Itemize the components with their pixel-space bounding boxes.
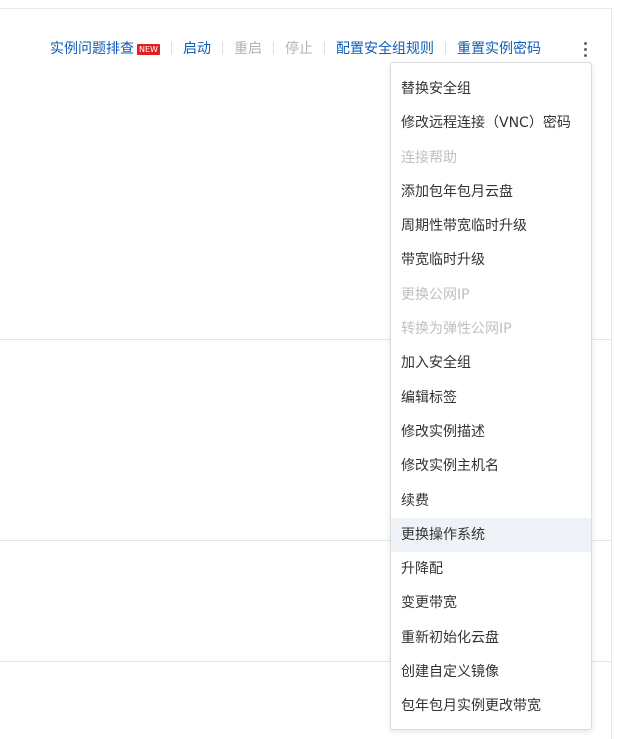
toolbar-separator: [323, 42, 325, 54]
new-badge: NEW: [137, 43, 160, 55]
menu-item[interactable]: 添加包年包月云盘: [391, 175, 591, 209]
menu-item: 连接帮助: [401, 149, 457, 166]
more-vertical-icon[interactable]: [582, 40, 590, 58]
menu-item: 更换公网IP: [401, 286, 470, 303]
toolbar-separator: [444, 42, 446, 54]
menu-item[interactable]: 变更带宽: [391, 586, 591, 620]
menu-item[interactable]: 修改实例描述: [391, 415, 591, 449]
menu-item[interactable]: 修改远程连接（VNC）密码: [391, 106, 591, 140]
troubleshoot-label: 实例问题排查: [50, 41, 134, 57]
instance-action-toolbar: 实例问题排查 NEW 启动 重启 停止 配置安全组规则 重置实例密码: [50, 38, 541, 58]
toolbar-separator: [170, 42, 172, 54]
menu-item[interactable]: 升降配: [391, 552, 591, 586]
toolbar-separator: [272, 42, 274, 54]
start-link[interactable]: 启动: [183, 38, 211, 58]
restart-link: 重启: [233, 41, 262, 57]
more-actions-menu: 替换安全组 修改远程连接（VNC）密码连接帮助添加包年包月云盘 周期性带宽临时升级带…: [390, 62, 592, 730]
menu-item[interactable]: 编辑标签: [391, 381, 591, 415]
menu-item[interactable]: 修改实例主机名: [391, 449, 591, 483]
config-security-rules-link[interactable]: 配置安全组规则: [336, 38, 434, 58]
reset-password-link[interactable]: 重置实例密码: [457, 38, 541, 58]
menu-item[interactable]: 包年包月实例更改带宽: [391, 689, 591, 723]
menu-item[interactable]: 周期性带宽临时升级: [391, 209, 591, 243]
menu-item[interactable]: 加入安全组: [391, 346, 591, 380]
menu-item[interactable]: 创建自定义镜像: [391, 655, 591, 689]
toolbar-separator: [221, 42, 223, 54]
menu-item: 转换为弹性公网IP: [401, 321, 512, 338]
menu-item[interactable]: 替换安全组: [391, 72, 591, 106]
menu-item[interactable]: 更换操作系统: [391, 517, 591, 553]
menu-item[interactable]: 续费: [391, 484, 591, 518]
troubleshoot-link[interactable]: 实例问题排查 NEW: [50, 38, 160, 58]
menu-item[interactable]: 带宽临时升级: [391, 243, 591, 277]
menu-item[interactable]: 重新初始化云盘: [391, 621, 591, 655]
stop-link: 停止: [284, 41, 313, 57]
